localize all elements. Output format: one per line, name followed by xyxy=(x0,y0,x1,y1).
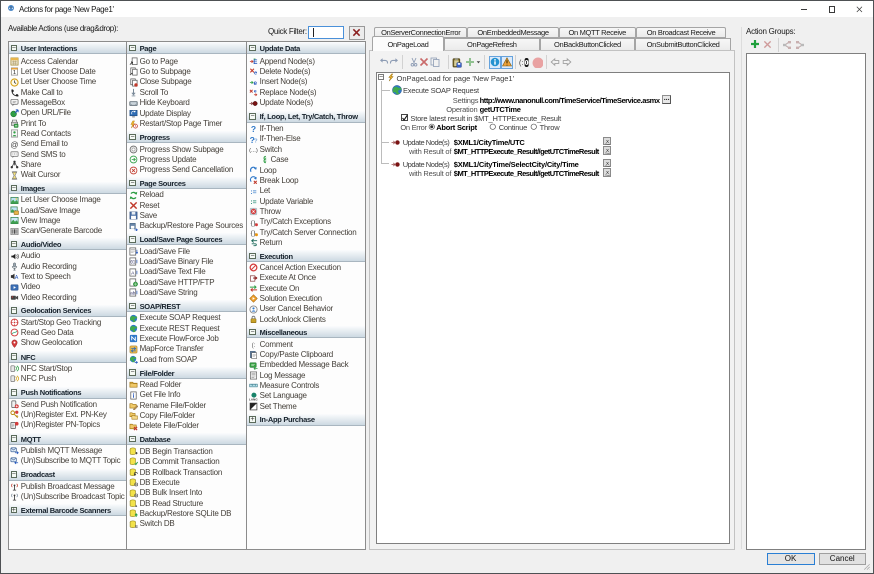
svg-text:e: e xyxy=(253,80,257,87)
svg-text:@: @ xyxy=(10,140,18,148)
svg-text:?: ? xyxy=(251,124,256,133)
svg-text:e: e xyxy=(254,71,258,76)
svg-text:X: X xyxy=(605,170,608,175)
svg-text:(:: (: xyxy=(519,60,523,67)
svg-text::=: := xyxy=(250,199,256,206)
svg-text:(:: (: xyxy=(251,342,255,349)
svg-text:(...): (...) xyxy=(249,148,258,154)
svg-text:A: A xyxy=(15,275,19,281)
svg-text:X: X xyxy=(605,139,608,144)
svg-text:X: X xyxy=(605,148,608,153)
svg-text:E: E xyxy=(253,59,257,66)
svg-text:?: ? xyxy=(254,138,258,144)
svg-text:e: e xyxy=(254,90,257,95)
svg-text::=: := xyxy=(250,189,256,196)
svg-text:LANG: LANG xyxy=(249,397,258,401)
svg-text:ab: ab xyxy=(130,290,136,295)
svg-text:X: X xyxy=(605,161,608,166)
svg-text:1: 1 xyxy=(13,70,16,76)
svg-text:01: 01 xyxy=(130,259,135,264)
